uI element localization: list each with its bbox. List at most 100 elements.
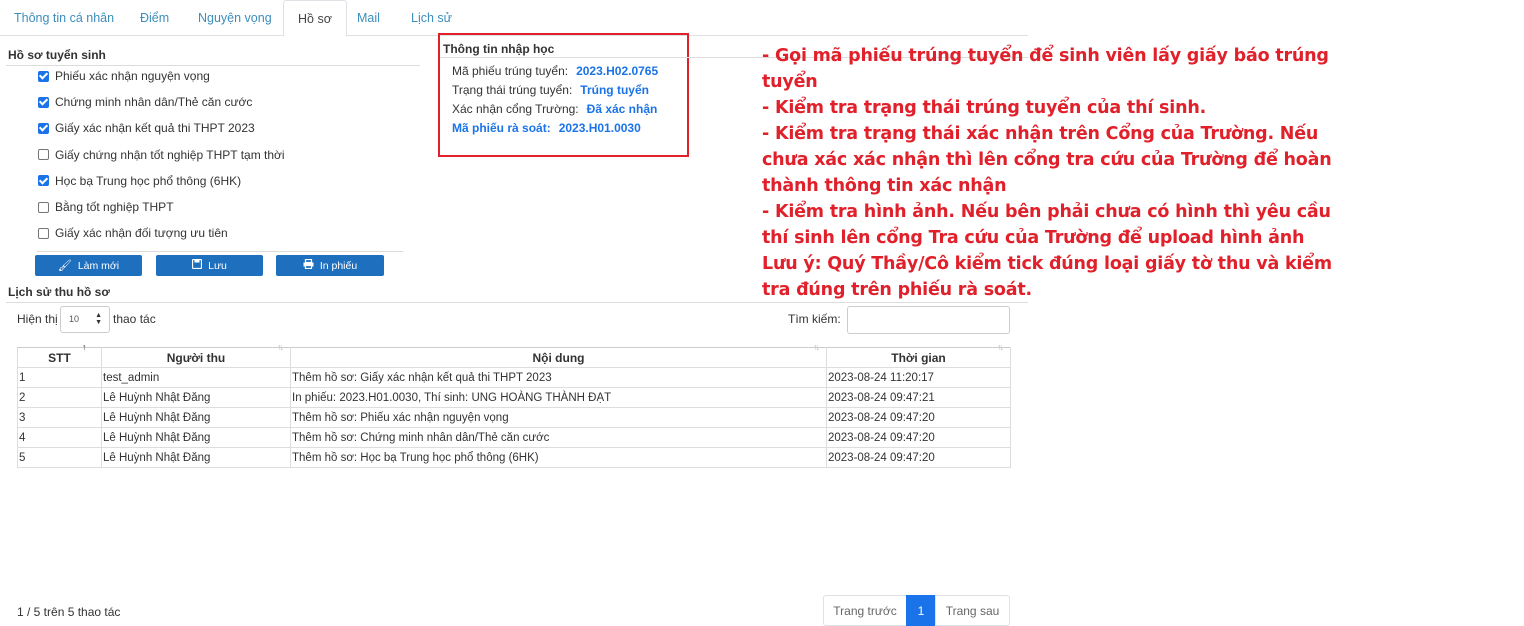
table-row: 1 test_admin Thêm hồ sơ: Giấy xác nhận kết… <box>17 367 1011 388</box>
column-header-thoi-gian[interactable]: Thời gian ↑↓ <box>826 342 1011 368</box>
tab-ho-so[interactable]: Hồ sơ <box>283 0 347 37</box>
document-checkbox[interactable] <box>38 122 49 134</box>
document-checkbox-row[interactable]: Giấy xác nhận đối tượng ưu tiên <box>38 224 228 242</box>
admission-code-value: 2023.H02.0765 <box>576 64 659 78</box>
instruction-note: - Gọi mã phiếu trúng tuyển để sinh viên … <box>762 43 1362 303</box>
entries-label: thao tác <box>113 312 156 326</box>
document-checkbox[interactable] <box>38 96 49 108</box>
page-length-select[interactable]: 10 ▲ ▼ <box>60 306 110 333</box>
column-header-label: Nội dung <box>532 350 585 365</box>
column-header-label: STT <box>48 350 71 365</box>
prev-page-button[interactable]: Trang trước <box>823 595 907 626</box>
ho-so-divider <box>6 65 420 66</box>
table-cell: Lê Huỳnh Nhật Đăng <box>101 407 291 428</box>
document-checkbox[interactable] <box>38 227 49 239</box>
table-cell: 2023-08-24 09:47:20 <box>826 407 1011 428</box>
print-button-label: In phiếu <box>319 259 358 272</box>
column-header-stt[interactable]: STT ↑ <box>17 342 102 368</box>
tab-lich-su[interactable]: Lịch sử <box>397 0 466 36</box>
page-1-button[interactable]: 1 <box>906 595 936 626</box>
save-button-label: Lưu <box>208 259 227 272</box>
print-button[interactable]: In phiếu <box>276 255 384 276</box>
column-header-nguoi-thu[interactable]: Người thu ↑↓ <box>101 342 291 368</box>
document-checkbox-label: Giấy chứng nhận tốt nghiệp THPT tạm thời <box>55 147 285 162</box>
document-checkbox-label: Phiếu xác nhận nguyện vọng <box>55 69 210 83</box>
table-cell: Lê Huỳnh Nhật Đăng <box>101 387 291 408</box>
table-cell: 2023-08-24 09:47:21 <box>826 387 1011 408</box>
table-cell: Lê Huỳnh Nhật Đăng <box>101 447 291 468</box>
admission-code-label: Mã phiếu trúng tuyển: <box>452 64 569 78</box>
table-cell: 2 <box>17 387 102 408</box>
save-button[interactable]: Lưu <box>156 255 263 276</box>
table-info: 1 / 5 trên 5 thao tác <box>17 605 121 619</box>
history-table: STT ↑ Người thu ↑↓ Nội dung ↑↓ Thời gian ↑↓ … <box>17 342 1011 468</box>
document-checkbox-row[interactable]: Học bạ Trung học phổ thông (6HK) <box>38 172 241 190</box>
table-cell: Thêm hồ sơ: Giấy xác nhận kết quả thi TH… <box>290 367 827 388</box>
table-cell: Lê Huỳnh Nhật Đăng <box>101 427 291 448</box>
search-label: Tìm kiếm: <box>788 312 841 326</box>
table-cell: 2023-08-24 11:20:17 <box>826 367 1011 388</box>
tab-diem[interactable]: Điểm <box>126 0 183 36</box>
history-divider <box>6 302 1028 303</box>
refresh-button[interactable]: 🖌 Làm mới <box>35 255 142 276</box>
review-code-value: 2023.H01.0030 <box>558 121 641 135</box>
note-line: - Kiểm tra trạng thái xác nhận trên Cổng… <box>762 124 1332 196</box>
document-checkbox[interactable] <box>38 70 49 82</box>
next-page-button[interactable]: Trang sau <box>935 595 1010 626</box>
table-header-row: STT ↑ Người thu ↑↓ Nội dung ↑↓ Thời gian ↑↓ <box>17 342 1011 368</box>
document-checkbox-row[interactable]: Phiếu xác nhận nguyện vọng <box>38 67 210 85</box>
floppy-disk-icon <box>192 258 203 272</box>
table-row: 3 Lê Huỳnh Nhật Đăng Thêm hồ sơ: Phiếu xác… <box>17 407 1011 428</box>
table-cell: Thêm hồ sơ: Chứng minh nhân dân/Thẻ căn … <box>290 427 827 448</box>
sort-icon: ↑↓ <box>813 342 820 352</box>
table-cell: 4 <box>17 427 102 448</box>
admission-status-row: Trạng thái trúng tuyển: Trúng tuyển <box>452 83 649 97</box>
document-checkbox-row[interactable]: Giấy chứng nhận tốt nghiệp THPT tạm thời <box>38 146 285 164</box>
table-cell: Thêm hồ sơ: Phiếu xác nhận nguyện vọng <box>290 407 827 428</box>
document-checkbox-label: Học bạ Trung học phổ thông (6HK) <box>55 173 242 188</box>
column-header-noi-dung[interactable]: Nội dung ↑↓ <box>290 342 827 368</box>
tab-bar: Thông tin cá nhân Điểm Nguyện vọng Hồ sơ… <box>0 0 1028 37</box>
sort-asc-icon: ↑ <box>82 342 86 352</box>
admission-info-box: Thông tin nhập học Mã phiếu trúng tuyển:… <box>438 33 1028 157</box>
brush-icon: 🖌 <box>57 260 72 272</box>
document-checkbox-row[interactable]: Giấy xác nhận kết quả thi THPT 2023 <box>38 119 255 137</box>
history-title: Lịch sử thu hồ sơ <box>8 285 110 299</box>
document-checkbox-label: Bằng tốt nghiệp THPT <box>55 200 174 214</box>
table-row: 5 Lê Huỳnh Nhật Đăng Thêm hồ sơ: Học bạ Tr… <box>17 447 1011 468</box>
review-code-label: Mã phiếu rà soát: <box>452 121 551 135</box>
table-cell: test_admin <box>101 367 291 388</box>
document-checkbox-label: Chứng minh nhân dân/Thẻ căn cước <box>55 95 253 110</box>
note-line: - Kiểm tra hình ảnh. Nếu bên phải chưa c… <box>762 202 1331 248</box>
tab-mail[interactable]: Mail <box>343 0 394 36</box>
document-checkbox[interactable] <box>38 175 49 187</box>
checklist-divider <box>37 251 403 252</box>
portal-confirm-row: Xác nhận cổng Trường: Đã xác nhận <box>452 102 657 116</box>
document-checkbox-label: Giấy xác nhận kết quả thi THPT 2023 <box>55 121 255 136</box>
note-line: - Gọi mã phiếu trúng tuyển để sinh viên … <box>762 46 1329 92</box>
table-cell: 5 <box>17 447 102 468</box>
printer-icon <box>303 258 314 272</box>
show-label: Hiện thị <box>17 312 58 326</box>
table-cell: 3 <box>17 407 102 428</box>
search-input[interactable] <box>847 306 1010 334</box>
admission-status-label: Trạng thái trúng tuyển: <box>452 83 573 97</box>
document-checkbox-row[interactable]: Bằng tốt nghiệp THPT <box>38 198 174 216</box>
stepper-arrows-icon: ▲ ▼ <box>95 312 102 326</box>
table-cell: In phiếu: 2023.H01.0030, Thí sinh: UNG H… <box>290 387 827 408</box>
document-checkbox[interactable] <box>38 149 49 161</box>
history-table-body: 1 test_admin Thêm hồ sơ: Giấy xác nhận kết… <box>17 367 1011 468</box>
table-cell: 1 <box>17 367 102 388</box>
tab-nguyen-vong[interactable]: Nguyện vọng <box>184 0 286 36</box>
admission-code-row: Mã phiếu trúng tuyển: 2023.H02.0765 <box>452 64 658 78</box>
sort-icon: ↑↓ <box>997 342 1004 352</box>
note-line: - Kiểm tra trạng thái trúng tuyển của th… <box>762 98 1207 118</box>
document-checkbox-label: Giấy xác nhận đối tượng ưu tiên <box>55 226 228 241</box>
tab-thong-tin-ca-nhan[interactable]: Thông tin cá nhân <box>0 0 128 36</box>
table-cell: 2023-08-24 09:47:20 <box>826 447 1011 468</box>
document-checkbox-row[interactable]: Chứng minh nhân dân/Thẻ căn cước <box>38 93 252 111</box>
portal-confirm-label: Xác nhận cổng Trường: <box>452 102 579 116</box>
table-cell: 2023-08-24 09:47:20 <box>826 427 1011 448</box>
column-header-label: Thời gian <box>891 350 946 365</box>
document-checkbox[interactable] <box>38 201 49 213</box>
